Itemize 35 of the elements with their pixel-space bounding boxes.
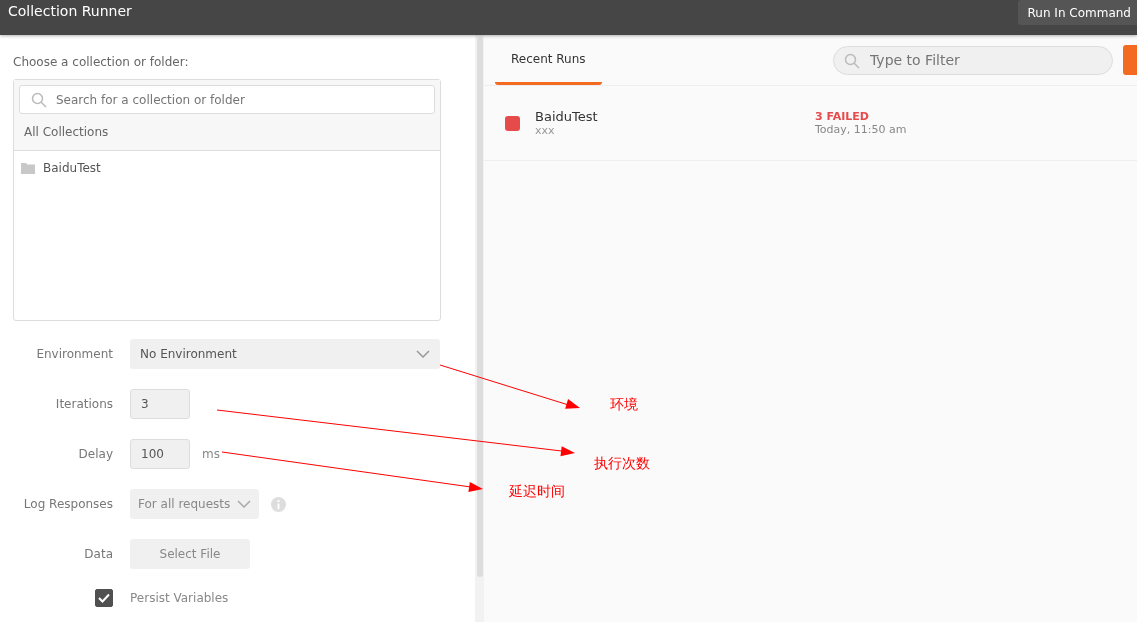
search-icon [31, 92, 47, 108]
scrollbar-thumb[interactable] [476, 37, 483, 577]
delay-field[interactable]: 100 [130, 439, 190, 469]
choose-label: Choose a collection or folder: [13, 55, 190, 69]
run-result: 3 FAILED [815, 110, 870, 123]
collection-item[interactable]: BaiduTest [43, 161, 101, 175]
window-title: Collection Runner [7, 2, 133, 21]
new-run-button[interactable] [1123, 45, 1137, 75]
chevron-down-icon [416, 350, 430, 358]
unit-label: ms [202, 447, 220, 461]
environment-dropdown[interactable]: No Environment [130, 339, 440, 369]
data-label: Data [84, 547, 113, 561]
annotation-label: 环境 [610, 396, 638, 414]
collections-header: All Collections [14, 114, 440, 151]
run-in-command-line-button[interactable]: Run In Command [1017, 0, 1137, 25]
annotation-label: 执行次数 [594, 455, 650, 473]
chevron-down-icon [237, 500, 251, 508]
run-row[interactable]: BaiduTest xxx 3 FAILED Today, 11:50 am [484, 86, 1137, 161]
recent-runs-tab[interactable]: Recent Runs [495, 35, 602, 85]
persist-variables-checkbox[interactable] [95, 589, 113, 607]
environment-label: Environment [36, 347, 113, 361]
persist-variables-label: Persist Variables [130, 591, 230, 605]
delay-label: Delay [78, 447, 113, 461]
run-time: Today, 11:50 am [815, 123, 908, 136]
iterations-label: Iterations [55, 397, 113, 411]
annotation-label: 延迟时间 [509, 483, 565, 501]
info-icon[interactable] [271, 496, 286, 512]
iterations-field[interactable]: 3 [130, 389, 190, 419]
collection-search-field[interactable]: Search for a collection or folder [19, 85, 435, 114]
run-environment: xxx [535, 124, 556, 137]
filter-field[interactable]: Type to Filter [833, 45, 1113, 75]
log-responses-label: Log Responses [23, 497, 113, 511]
run-name: BaiduTest [535, 109, 599, 124]
search-icon [844, 52, 860, 69]
folder-icon [21, 162, 35, 174]
